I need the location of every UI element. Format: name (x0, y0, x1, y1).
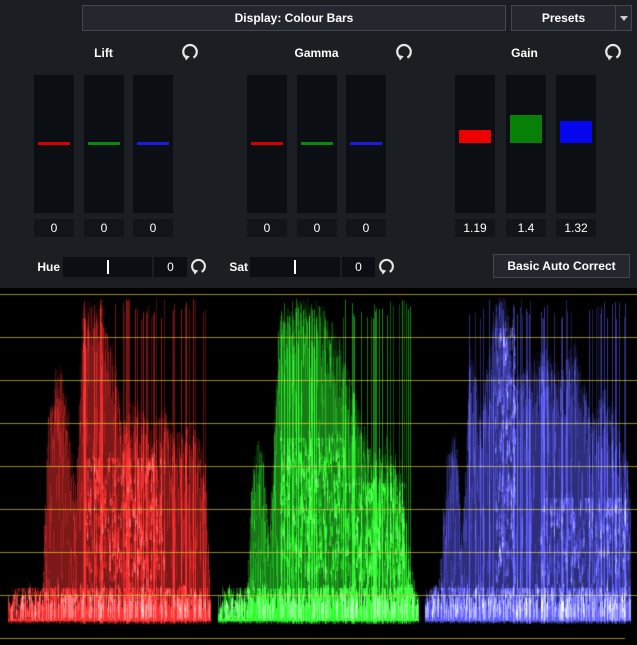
hue-reset-button[interactable] (190, 258, 207, 275)
gain-red-value[interactable]: 1.19 (455, 219, 495, 237)
hue-slider[interactable] (63, 257, 152, 277)
gamma-blue-value[interactable]: 0 (346, 219, 386, 237)
lift-red-value[interactable]: 0 (34, 219, 74, 237)
reset-icon (604, 43, 622, 61)
sat-label: Sat (208, 258, 248, 276)
lift-section-title: Lift (34, 45, 173, 61)
gain-red-slider[interactable] (455, 75, 495, 213)
lift-green-slider[interactable] (84, 75, 124, 213)
gain-section-title: Gain (455, 45, 594, 61)
gain-blue-value[interactable]: 1.32 (556, 219, 596, 237)
hue-slider-handle[interactable] (107, 260, 109, 274)
basic-auto-correct-button[interactable]: Basic Auto Correct (493, 254, 630, 278)
sat-slider-handle[interactable] (294, 260, 296, 274)
gamma-section-title: Gamma (247, 45, 386, 61)
gain-blue-slider[interactable] (556, 75, 596, 213)
presets-dropdown-button[interactable] (615, 5, 632, 31)
sat-slider[interactable] (250, 257, 340, 277)
reset-icon (181, 43, 199, 61)
lift-reset-button[interactable] (181, 43, 199, 61)
gain-reset-button[interactable] (604, 43, 622, 61)
reset-icon (378, 258, 395, 275)
caret-down-icon (620, 16, 628, 21)
lift-green-value[interactable]: 0 (84, 219, 124, 237)
reset-icon (190, 258, 207, 275)
waveform-canvas (0, 288, 637, 645)
reset-icon (395, 43, 413, 61)
sat-value[interactable]: 0 (342, 257, 375, 277)
gamma-blue-slider[interactable] (346, 75, 386, 213)
gamma-red-slider[interactable] (247, 75, 287, 213)
gamma-reset-button[interactable] (395, 43, 413, 61)
lift-red-slider[interactable] (34, 75, 74, 213)
gamma-green-value[interactable]: 0 (297, 219, 337, 237)
lift-blue-slider[interactable] (133, 75, 173, 213)
gain-green-slider[interactable] (506, 75, 546, 213)
waveform-scope (0, 288, 637, 645)
presets-button[interactable]: Presets (511, 5, 615, 31)
gamma-green-slider[interactable] (297, 75, 337, 213)
gain-green-value[interactable]: 1.4 (506, 219, 546, 237)
gamma-red-value[interactable]: 0 (247, 219, 287, 237)
lift-blue-value[interactable]: 0 (133, 219, 173, 237)
hue-label: Hue (20, 258, 60, 276)
hue-value[interactable]: 0 (154, 257, 187, 277)
colour-correct-panel: Display: Colour Bars Presets Lift Gamma … (0, 0, 637, 645)
sat-reset-button[interactable] (378, 258, 395, 275)
display-mode-button[interactable]: Display: Colour Bars (82, 5, 506, 31)
